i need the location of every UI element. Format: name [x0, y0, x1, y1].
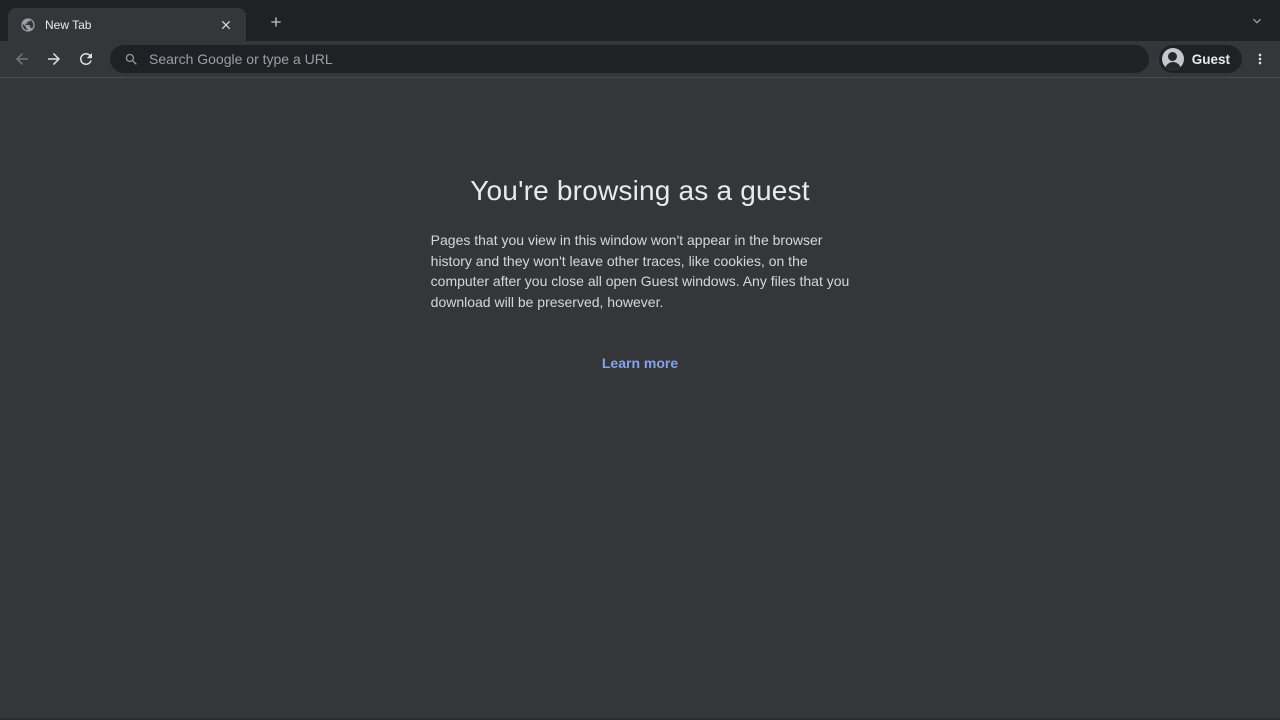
globe-icon — [20, 17, 36, 33]
tab-close-button[interactable] — [216, 15, 236, 35]
guest-description-line: download will be preserved, however. — [431, 292, 850, 313]
guest-profile-button[interactable]: Guest — [1159, 45, 1242, 73]
new-tab-button[interactable] — [262, 8, 290, 36]
close-icon — [219, 18, 233, 32]
address-input[interactable] — [149, 51, 1135, 67]
learn-more-link[interactable]: Learn more — [602, 355, 678, 371]
arrow-forward-icon — [45, 50, 63, 68]
chevron-down-icon — [1249, 13, 1265, 29]
profile-label: Guest — [1192, 52, 1230, 67]
guest-description-line: history and they won't leave other trace… — [431, 251, 850, 272]
guest-description-line: Pages that you view in this window won't… — [431, 230, 850, 251]
browser-menu-button[interactable] — [1246, 45, 1274, 73]
reload-button[interactable] — [72, 45, 100, 73]
page-title: You're browsing as a guest — [0, 175, 1280, 207]
tab-search-button[interactable] — [1244, 8, 1270, 34]
guest-new-tab-page: You're browsing as a guest Pages that yo… — [0, 78, 1280, 719]
tab-title: New Tab — [45, 18, 216, 32]
reload-icon — [77, 50, 95, 68]
forward-button[interactable] — [40, 45, 68, 73]
plus-icon — [268, 14, 284, 30]
kebab-menu-icon — [1252, 51, 1268, 67]
tab-strip: New Tab — [0, 0, 1280, 41]
guest-description-line: computer after you close all open Guest … — [431, 271, 850, 292]
tab-new-tab[interactable]: New Tab — [8, 8, 246, 41]
browser-toolbar: Guest — [0, 41, 1280, 78]
arrow-back-icon — [13, 50, 31, 68]
search-icon — [124, 52, 139, 67]
guest-description: Pages that you view in this window won't… — [431, 230, 850, 312]
back-button[interactable] — [8, 45, 36, 73]
avatar-icon — [1162, 48, 1184, 70]
omnibox[interactable] — [110, 45, 1149, 73]
